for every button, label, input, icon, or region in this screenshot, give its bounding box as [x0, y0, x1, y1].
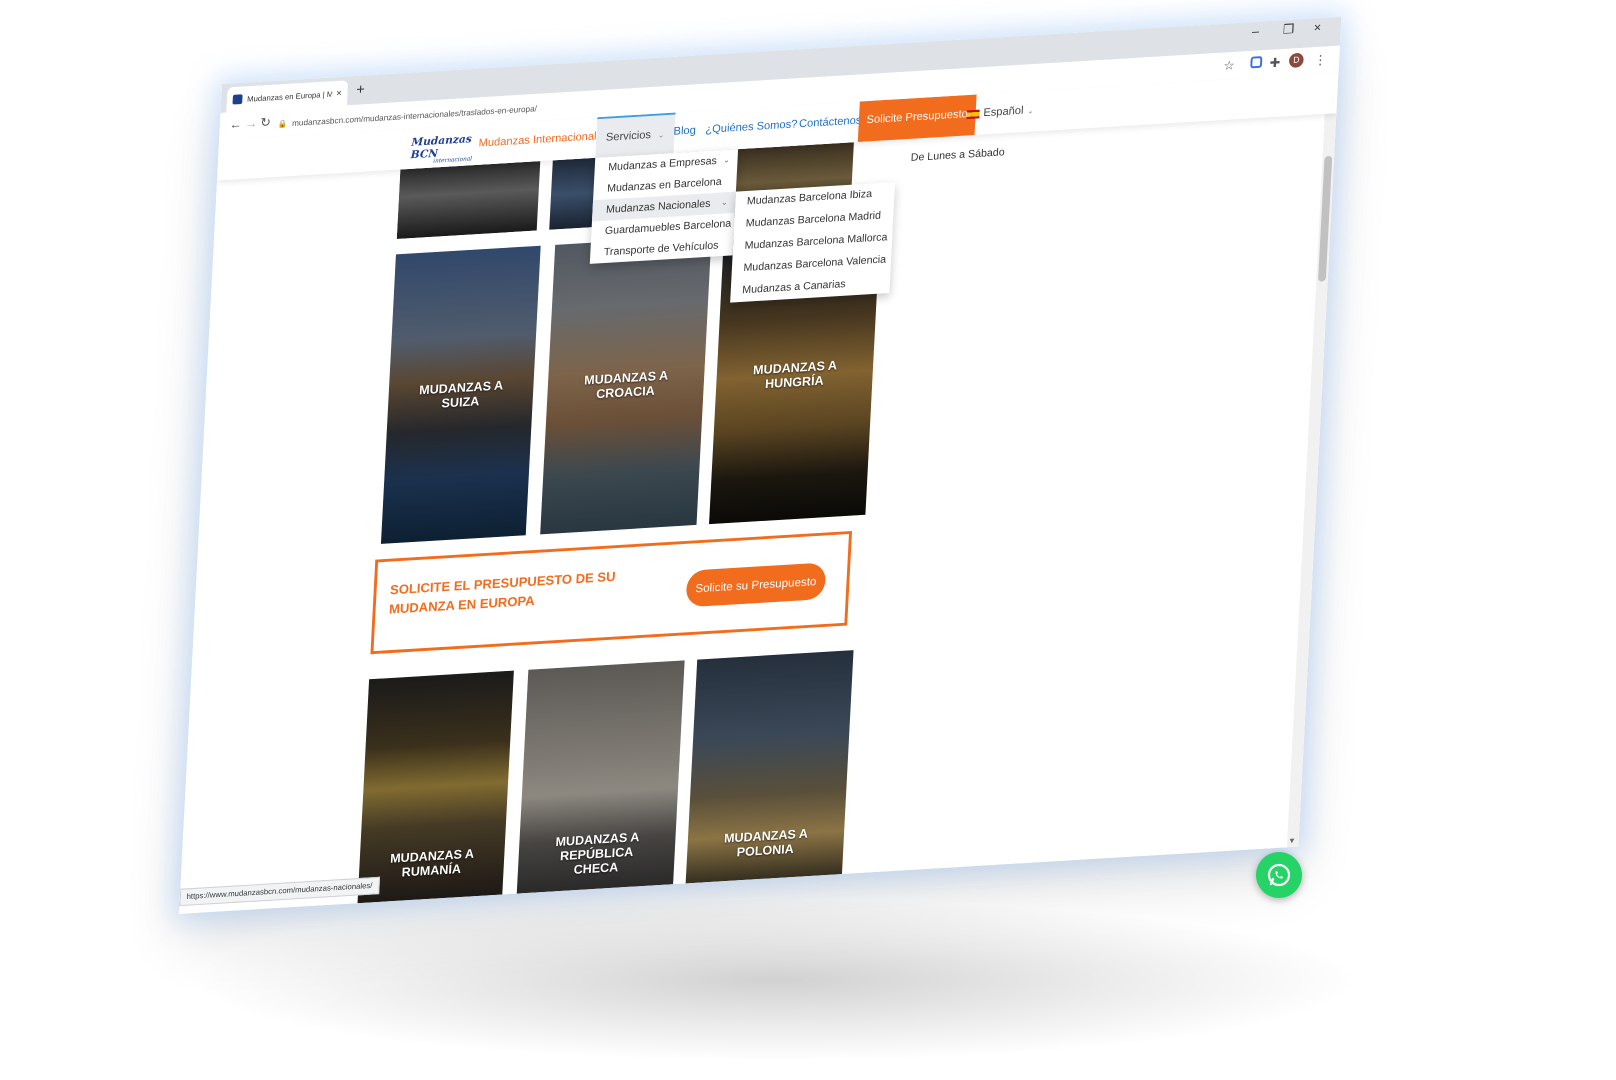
scrollbar-thumb[interactable] — [1318, 155, 1333, 282]
status-bar-url: https://www.mudanzasbcn.com/mudanzas-nac… — [179, 876, 380, 907]
bookmark-star-icon[interactable]: ☆ — [1223, 58, 1235, 74]
whatsapp-button[interactable] — [1256, 852, 1302, 898]
top-card-partial[interactable] — [396, 161, 541, 239]
page-viewport: MUDANZAS A SUIZA MUDANZAS A CROACIA MUDA… — [179, 72, 1339, 914]
scroll-down-arrow-icon[interactable]: ▼ — [1288, 836, 1296, 845]
site-logo[interactable]: Mudanzas BCN internacional — [410, 132, 473, 164]
menu-item-label: Mudanzas Nacionales — [605, 197, 711, 216]
browser-window: Mudanzas en Europa | Mudanza × + – ❐ × ←… — [179, 16, 1342, 914]
chevron-down-icon: ⌄ — [720, 197, 728, 207]
extension-icon[interactable] — [1250, 56, 1263, 69]
close-window-button[interactable]: × — [1314, 20, 1322, 35]
whatsapp-icon — [1267, 863, 1291, 887]
chevron-down-icon: ⌄ — [657, 130, 665, 140]
back-arrow-icon[interactable]: ← — [229, 116, 242, 131]
site-favicon-icon — [232, 94, 243, 105]
screenshot-stage: Mudanzas en Europa | Mudanza × + – ❐ × ←… — [0, 0, 1616, 1080]
nav-services-label: Servicios — [605, 129, 652, 144]
extensions-puzzle-icon[interactable]: ✚ — [1269, 55, 1280, 71]
header-quote-button[interactable]: Solicite Presupuesto — [857, 94, 977, 142]
tab-title: Mudanzas en Europa | Mudanza — [246, 89, 333, 104]
card-republica-checa[interactable]: MUDANZAS A REPÚBLICA CHECA — [516, 660, 685, 902]
tab-close-icon[interactable]: × — [336, 88, 342, 99]
forward-arrow-icon[interactable]: → — [245, 116, 258, 131]
services-dropdown: Mudanzas a Empresas ⌄ Mudanzas en Barcel… — [589, 149, 739, 264]
lock-icon: 🔒 — [277, 119, 288, 129]
nav-international-label: Mudanzas Internacionales — [478, 130, 609, 150]
card-suiza[interactable]: MUDANZAS A SUIZA — [380, 245, 541, 544]
nav-blog[interactable]: Blog — [673, 125, 696, 138]
floor-shadow — [200, 900, 1350, 1060]
more-menu-icon[interactable]: ⋮ — [1314, 52, 1327, 68]
language-label: Español — [983, 105, 1024, 120]
cta-heading: SOLICITE EL PRESUPUESTO DE SU MUDANZA EN… — [388, 569, 616, 617]
new-tab-button[interactable]: + — [356, 81, 365, 98]
spain-flag-icon — [966, 109, 980, 119]
card-polonia[interactable]: MUDANZAS A POLONIA — [685, 650, 854, 892]
chevron-down-icon: ⌄ — [723, 155, 731, 165]
reload-icon[interactable]: ↻ — [260, 115, 271, 131]
nacionales-submenu: Mudanzas Barcelona Ibiza Mudanzas Barcel… — [730, 182, 896, 303]
menu-item-label: Mudanzas a Empresas — [607, 155, 718, 174]
chevron-down-icon: ⌄ — [1027, 105, 1035, 115]
nav-services[interactable]: Servicios ⌄ — [595, 112, 676, 158]
card-rumania[interactable]: MUDANZAS A RUMANÍA — [357, 670, 514, 911]
profile-avatar[interactable]: D — [1288, 52, 1304, 68]
minimize-button[interactable]: – — [1252, 24, 1260, 39]
opening-hours: De Lunes a Sábado — [910, 146, 1005, 164]
quote-cta-box: SOLICITE EL PRESUPUESTO DE SU MUDANZA EN… — [370, 530, 853, 655]
card-label: MUDANZAS A REPÚBLICA CHECA — [555, 828, 640, 877]
card-croacia[interactable]: MUDANZAS A CROACIA — [540, 235, 712, 535]
language-selector[interactable]: Español ⌄ — [966, 104, 1035, 120]
request-quote-button[interactable]: Solicite su Presupuesto — [685, 562, 827, 608]
nav-contact[interactable]: Contáctenos — [799, 115, 862, 130]
page-scrollbar[interactable]: ▼ — [1286, 72, 1339, 848]
nav-about[interactable]: ¿Quiénes Somos? — [705, 119, 798, 136]
restore-button[interactable]: ❐ — [1283, 21, 1295, 37]
